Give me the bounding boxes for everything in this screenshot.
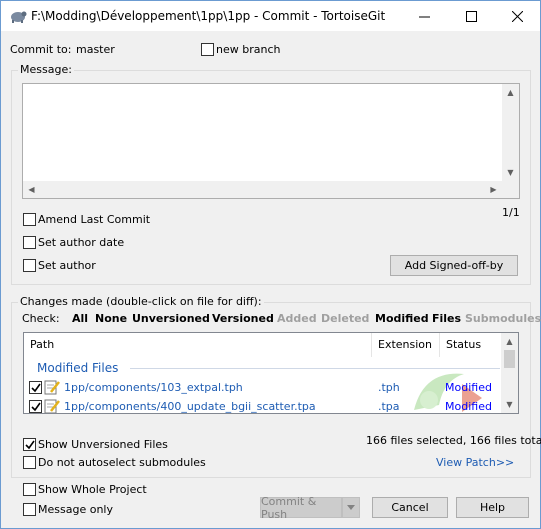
scrollbar-corner — [502, 181, 519, 198]
scrollbar-thumb[interactable] — [504, 350, 515, 368]
new-branch-checkbox[interactable] — [201, 43, 214, 56]
message-scrollbar-vertical[interactable]: ▲ ▼ — [502, 84, 519, 181]
changes-group-label: Changes made (double-click on file for d… — [18, 295, 264, 308]
column-header-extension[interactable]: Extension — [372, 333, 440, 357]
scroll-down-arrow-icon[interactable]: ▼ — [502, 164, 519, 181]
cancel-button[interactable]: Cancel — [372, 497, 448, 518]
row-status: Modified — [445, 381, 492, 394]
scroll-right-arrow-icon[interactable]: ▶ — [485, 181, 502, 198]
title-bar[interactable]: F:\Modding\Développement\1pp\1pp - Commi… — [1, 1, 540, 31]
message-only-checkbox[interactable] — [23, 503, 36, 516]
filter-submodules[interactable]: Submodules — [465, 312, 541, 325]
tortoisegit-icon — [9, 8, 27, 24]
checkmark-icon — [31, 402, 41, 412]
commit-push-button[interactable]: Commit & Push — [260, 495, 342, 521]
row-extension: .tph — [378, 381, 400, 394]
modified-file-icon — [44, 398, 60, 413]
filter-all[interactable]: All — [72, 312, 88, 325]
filter-none[interactable]: None — [95, 312, 127, 325]
filter-files[interactable]: Files — [432, 312, 461, 325]
message-only-label: Message only — [38, 503, 113, 516]
amend-last-commit-checkbox[interactable] — [23, 213, 36, 226]
filter-modified[interactable]: Modified — [375, 312, 429, 325]
row-path: 1pp/components/103_extpal.tph — [64, 381, 243, 394]
maximize-icon — [465, 10, 477, 22]
new-branch-label: new branch — [216, 43, 281, 56]
set-author-checkbox[interactable] — [23, 259, 36, 272]
set-author-label: Set author — [38, 259, 96, 272]
checkmark-icon — [31, 383, 41, 393]
row-checkbox[interactable] — [29, 400, 42, 413]
filter-deleted[interactable]: Deleted — [321, 312, 369, 325]
maximize-button[interactable] — [448, 1, 494, 31]
filter-unversioned[interactable]: Unversioned — [132, 312, 210, 325]
group-header-modified-files: Modified Files — [37, 361, 119, 375]
row-extension: .tpa — [378, 400, 400, 413]
column-header-path[interactable]: Path — [24, 333, 372, 357]
branch-name: master — [76, 43, 115, 56]
selection-summary: 166 files selected, 166 files total — [366, 434, 541, 447]
modified-file-icon — [44, 379, 60, 398]
do-not-autoselect-submodules-label: Do not autoselect submodules — [38, 456, 206, 469]
column-header-status[interactable]: Status — [440, 333, 502, 357]
close-button[interactable] — [494, 1, 540, 31]
commit-dropdown-button[interactable] — [342, 497, 360, 518]
commit-dialog: F:\Modding\Développement\1pp\1pp - Commi… — [0, 0, 541, 529]
check-label: Check: — [22, 312, 60, 325]
message-scrollbar-horizontal[interactable]: ◀ ▶ — [23, 181, 502, 198]
row-path: 1pp/components/400_update_bgii_scatter.t… — [64, 400, 316, 413]
scroll-up-arrow-icon[interactable]: ▲ — [501, 333, 518, 350]
minimize-button[interactable] — [401, 1, 447, 31]
chevron-down-icon — [347, 505, 355, 510]
row-status: Modified — [445, 400, 492, 413]
line-counter: 1/1 — [502, 206, 520, 219]
scroll-down-arrow-icon[interactable]: ▼ — [501, 396, 518, 413]
view-patch-link[interactable]: View Patch>> — [436, 456, 514, 469]
show-unversioned-label: Show Unversioned Files — [38, 438, 168, 451]
table-row[interactable]: 1pp/components/400_update_bgii_scatter.t… — [24, 397, 502, 413]
minimize-icon — [418, 16, 430, 17]
checkmark-icon — [25, 440, 35, 450]
amend-last-commit-label: Amend Last Commit — [38, 213, 151, 226]
add-signed-off-by-button[interactable]: Add Signed-off-by — [390, 255, 518, 276]
show-whole-project-checkbox[interactable] — [23, 483, 36, 496]
message-group-label: Message: — [18, 63, 74, 76]
filter-versioned[interactable]: Versioned — [212, 312, 274, 325]
scroll-left-arrow-icon[interactable]: ◀ — [23, 181, 40, 198]
set-author-date-checkbox[interactable] — [23, 236, 36, 249]
show-whole-project-label: Show Whole Project — [38, 483, 147, 496]
table-row[interactable]: 1pp/components/103_extpal.tph .tph Modif… — [24, 378, 502, 397]
help-button[interactable]: Help — [456, 497, 529, 518]
commit-to-label: Commit to: — [10, 43, 72, 56]
row-checkbox[interactable] — [29, 381, 42, 394]
message-textarea[interactable]: ▲ ▼ ◀ ▶ — [22, 83, 520, 199]
show-unversioned-checkbox[interactable] — [23, 438, 36, 451]
close-icon — [511, 10, 523, 22]
file-list-scrollbar[interactable]: ▲ ▼ — [501, 333, 518, 413]
do-not-autoselect-submodules-checkbox[interactable] — [23, 456, 36, 469]
filter-added[interactable]: Added — [277, 312, 317, 325]
window-title: F:\Modding\Développement\1pp\1pp - Commi… — [31, 9, 386, 23]
set-author-date-label: Set author date — [38, 236, 125, 249]
scroll-up-arrow-icon[interactable]: ▲ — [502, 84, 519, 101]
file-list[interactable]: Path Extension Status Modified Files 1pp… — [23, 332, 519, 414]
